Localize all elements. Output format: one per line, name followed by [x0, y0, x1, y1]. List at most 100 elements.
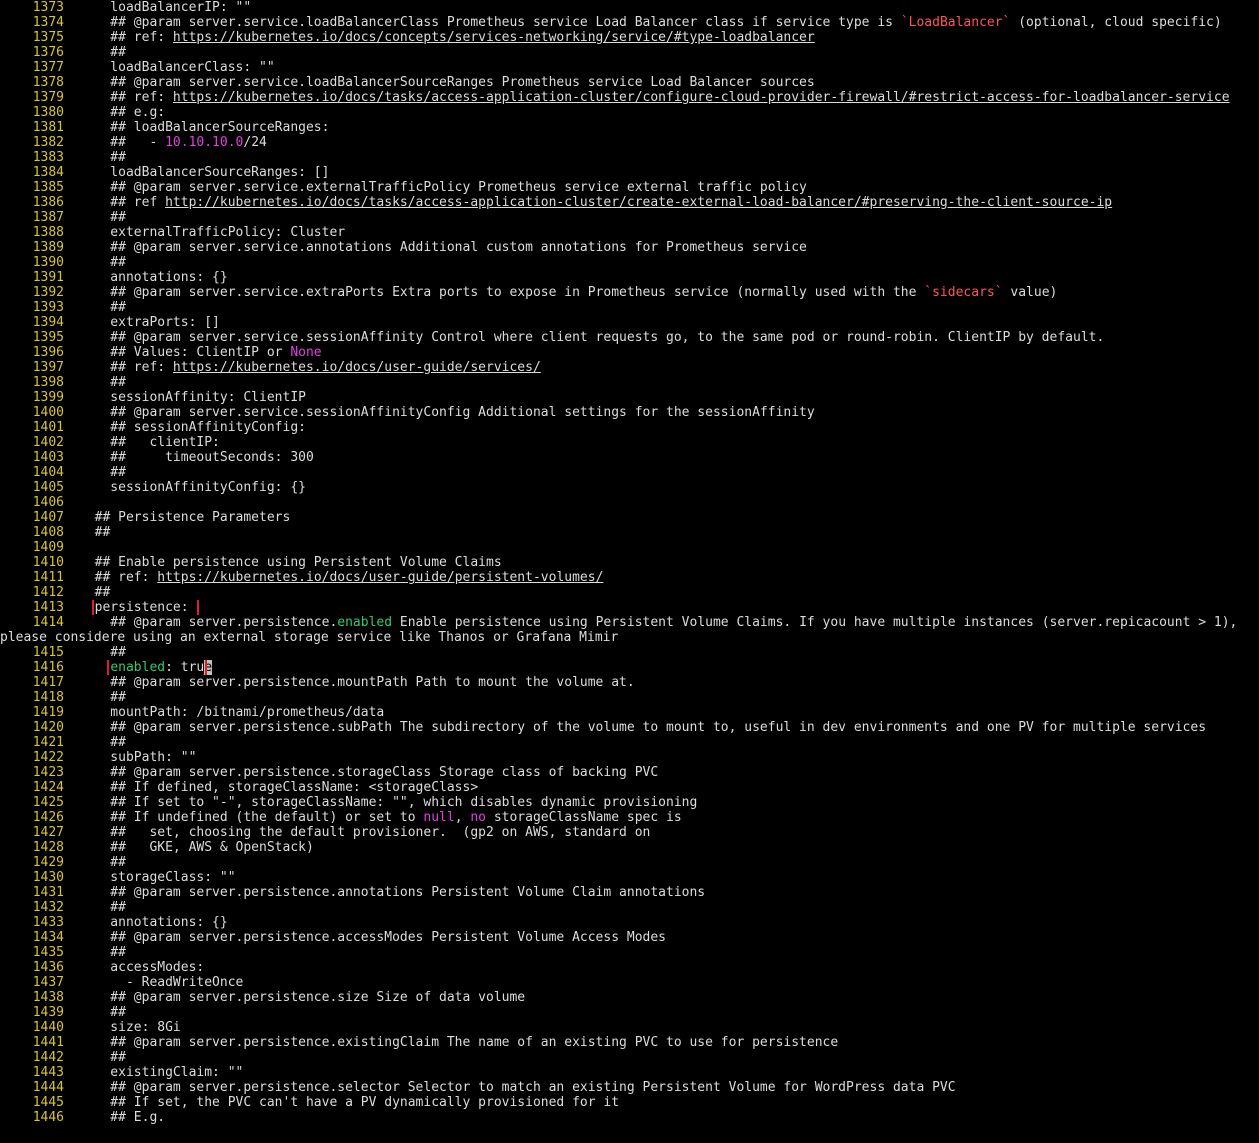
code-line[interactable]: 1443 existingClaim: "": [0, 1065, 1259, 1080]
url-link[interactable]: https://kubernetes.io/docs/tasks/access-…: [173, 90, 1230, 105]
code-line[interactable]: 1397 ## ref: https://kubernetes.io/docs/…: [0, 360, 1259, 375]
line-text: ## ref: https://kubernetes.io/docs/user-…: [79, 360, 1259, 375]
code-line[interactable]: 1414 ## @param server.persistence.enable…: [0, 615, 1259, 630]
code-line[interactable]: 1390 ##: [0, 255, 1259, 270]
code-editor[interactable]: 1373 loadBalancerIP: "" 1374 ## @param se…: [0, 0, 1259, 1143]
code-line[interactable]: 1398 ##: [0, 375, 1259, 390]
code-line[interactable]: 1386 ## ref http://kubernetes.io/docs/ta…: [0, 195, 1259, 210]
line-number: 1424: [32, 780, 64, 795]
code-line[interactable]: 1425 ## If set to "-", storageClassName:…: [0, 795, 1259, 810]
code-line[interactable]: 1446 ## E.g.: [0, 1110, 1259, 1125]
code-line[interactable]: 1411 ## ref: https://kubernetes.io/docs/…: [0, 570, 1259, 585]
url-link[interactable]: https://kubernetes.io/docs/user-guide/pe…: [157, 570, 603, 585]
code-line[interactable]: 1422 subPath: "": [0, 750, 1259, 765]
line-text: - ReadWriteOnce: [79, 975, 1259, 990]
code-line[interactable]: 1445 ## If set, the PVC can't have a PV …: [0, 1095, 1259, 1110]
code-line[interactable]: 1409: [0, 540, 1259, 555]
code-line[interactable]: 1395 ## @param server.service.sessionAff…: [0, 330, 1259, 345]
code-line[interactable]: 1429 ##: [0, 855, 1259, 870]
code-line[interactable]: 1420 ## @param server.persistence.subPat…: [0, 720, 1259, 735]
code-line[interactable]: 1373 loadBalancerIP: "": [0, 0, 1259, 15]
code-line[interactable]: 1379 ## ref: https://kubernetes.io/docs/…: [0, 90, 1259, 105]
code-line[interactable]: 1444 ## @param server.persistence.select…: [0, 1080, 1259, 1095]
code-line[interactable]: 1412 ##: [0, 585, 1259, 600]
line-number: 1438: [32, 990, 64, 1005]
code-line[interactable]: 1396 ## Values: ClientIP or None: [0, 345, 1259, 360]
line-text: ## E.g.: [79, 1110, 1259, 1125]
code-line[interactable]: 1442 ##: [0, 1050, 1259, 1065]
code-line[interactable]: 1405 sessionAffinityConfig: {}: [0, 480, 1259, 495]
line-number: 1400: [32, 405, 64, 420]
code-line[interactable]: 1430 storageClass: "": [0, 870, 1259, 885]
code-line[interactable]: 1383 ##: [0, 150, 1259, 165]
code-line[interactable]: 1421 ##: [0, 735, 1259, 750]
code-line[interactable]: 1417 ## @param server.persistence.mountP…: [0, 675, 1259, 690]
code-line[interactable]: 1391 annotations: {}: [0, 270, 1259, 285]
code-line[interactable]: 1402 ## clientIP:: [0, 435, 1259, 450]
code-line[interactable]: 1432 ##: [0, 900, 1259, 915]
code-line[interactable]: 1393 ##: [0, 300, 1259, 315]
code-line[interactable]: 1389 ## @param server.service.annotation…: [0, 240, 1259, 255]
code-line[interactable]: 1392 ## @param server.service.extraPorts…: [0, 285, 1259, 300]
code-line[interactable]: 1378 ## @param server.service.loadBalanc…: [0, 75, 1259, 90]
code-line[interactable]: 1385 ## @param server.service.externalTr…: [0, 180, 1259, 195]
code-line[interactable]: 1400 ## @param server.service.sessionAff…: [0, 405, 1259, 420]
code-line[interactable]: 1404 ##: [0, 465, 1259, 480]
code-line[interactable]: 1419 mountPath: /bitnami/prometheus/data: [0, 705, 1259, 720]
code-line[interactable]: 1436 accessModes:: [0, 960, 1259, 975]
code-segment: ## Enable persistence using Persistent V…: [79, 555, 502, 570]
code-line[interactable]: 1441 ## @param server.persistence.existi…: [0, 1035, 1259, 1050]
code-line[interactable]: 1437 - ReadWriteOnce: [0, 975, 1259, 990]
code-line[interactable]: 1399 sessionAffinity: ClientIP: [0, 390, 1259, 405]
code-line[interactable]: 1376 ##: [0, 45, 1259, 60]
code-line[interactable]: 1440 size: 8Gi: [0, 1020, 1259, 1035]
url-link[interactable]: https://kubernetes.io/docs/user-guide/se…: [173, 360, 541, 375]
code-segment: sessionAffinity: ClientIP: [79, 390, 306, 405]
code-line[interactable]: 1439 ##: [0, 1005, 1259, 1020]
code-line[interactable]: 1401 ## sessionAffinityConfig:: [0, 420, 1259, 435]
code-segment: ##: [79, 855, 126, 870]
code-line[interactable]: 1413 persistence:: [0, 600, 1259, 615]
line-text: [79, 540, 1259, 555]
code-line[interactable]: 1410 ## Enable persistence using Persist…: [0, 555, 1259, 570]
code-line[interactable]: 1377 loadBalancerClass: "": [0, 60, 1259, 75]
code-line[interactable]: 1423 ## @param server.persistence.storag…: [0, 765, 1259, 780]
code-line[interactable]: 1433 annotations: {}: [0, 915, 1259, 930]
code-line[interactable]: please considere using an external stora…: [0, 630, 1259, 645]
code-line[interactable]: 1384 loadBalancerSourceRanges: []: [0, 165, 1259, 180]
url-link[interactable]: https://kubernetes.io/docs/concepts/serv…: [173, 30, 815, 45]
code-line[interactable]: 1403 ## timeoutSeconds: 300: [0, 450, 1259, 465]
code-line[interactable]: 1428 ## GKE, AWS & OpenStack): [0, 840, 1259, 855]
code-line[interactable]: 1381 ## loadBalancerSourceRanges:: [0, 120, 1259, 135]
code-line[interactable]: 1426 ## If undefined (the default) or se…: [0, 810, 1259, 825]
code-segment: 10.10.10.0: [165, 135, 244, 150]
code-segment: - ReadWriteOnce: [79, 975, 244, 990]
code-line[interactable]: 1438 ## @param server.persistence.size S…: [0, 990, 1259, 1005]
code-line[interactable]: 1387 ##: [0, 210, 1259, 225]
code-line[interactable]: 1374 ## @param server.service.loadBalanc…: [0, 15, 1259, 30]
url-link[interactable]: http://kubernetes.io/docs/tasks/access-a…: [165, 195, 1112, 210]
code-line[interactable]: 1388 externalTrafficPolicy: Cluster: [0, 225, 1259, 240]
code-line[interactable]: 1394 extraPorts: []: [0, 315, 1259, 330]
code-line[interactable]: 1406: [0, 495, 1259, 510]
code-line[interactable]: 1416 enabled: true: [0, 660, 1259, 675]
line-number: 1430: [32, 870, 64, 885]
code-segment: ## @param server.service.annotations Add…: [79, 240, 807, 255]
code-line[interactable]: 1434 ## @param server.persistence.access…: [0, 930, 1259, 945]
code-line[interactable]: 1375 ## ref: https://kubernetes.io/docs/…: [0, 30, 1259, 45]
code-line[interactable]: 1415 ##: [0, 645, 1259, 660]
code-line[interactable]: 1424 ## If defined, storageClassName: <s…: [0, 780, 1259, 795]
code-line[interactable]: 1435 ##: [0, 945, 1259, 960]
code-line[interactable]: 1380 ## e.g:: [0, 105, 1259, 120]
code-segment: ## timeoutSeconds: 300: [79, 450, 314, 465]
code-line[interactable]: 1382 ## - 10.10.10.0/24: [0, 135, 1259, 150]
code-line[interactable]: 1408 ##: [0, 525, 1259, 540]
code-segment: loadBalancerClass: "": [79, 60, 275, 75]
code-line[interactable]: 1431 ## @param server.persistence.annota…: [0, 885, 1259, 900]
code-segment: ## ref:: [79, 90, 173, 105]
code-line[interactable]: 1407 ## Persistence Parameters: [0, 510, 1259, 525]
code-line[interactable]: 1427 ## set, choosing the default provis…: [0, 825, 1259, 840]
code-segment: existingClaim: "": [79, 1065, 244, 1080]
code-line[interactable]: 1418 ##: [0, 690, 1259, 705]
line-text: externalTrafficPolicy: Cluster: [79, 225, 1259, 240]
